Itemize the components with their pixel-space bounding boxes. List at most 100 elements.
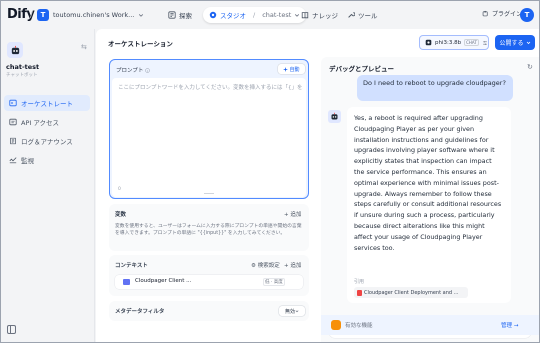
user-avatar[interactable]: T bbox=[520, 8, 534, 22]
auto-generate-label: 自動 bbox=[289, 66, 300, 73]
features-label: 有効な機能 bbox=[345, 323, 373, 329]
studio-icon bbox=[209, 11, 217, 19]
workspace-switcher[interactable]: T toutomu.chinen's Work... bbox=[37, 8, 144, 22]
refresh-icon[interactable]: ↻ bbox=[527, 63, 533, 71]
context-section: コンテキスト ⚙ 検索設定 + 追加 Cloudpager Client ...… bbox=[109, 255, 309, 296]
knowledge-item[interactable]: Cloudpager Client ... 低 · 高度 bbox=[115, 275, 303, 289]
nav-current-app[interactable]: chat-test bbox=[262, 11, 291, 19]
sidebar-item-orchestrate[interactable]: オーケストレート bbox=[4, 95, 90, 111]
nav-tools-label: ツール bbox=[358, 12, 378, 20]
nav-knowledge-label: ナレッジ bbox=[312, 12, 338, 20]
prompt-header: プロンプト bbox=[116, 66, 151, 74]
variables-description: 変数を使用すると、ユーザーはフォームに入力する際にプロンプトの単語や開始の言葉を… bbox=[115, 224, 302, 236]
model-name: phi3:3.8b bbox=[435, 39, 462, 46]
bot-message: Yes, a reboot is required after upgradin… bbox=[347, 107, 511, 303]
app-window: Dify / T toutomu.chinen's Work... 探索 スタジ… bbox=[0, 0, 540, 343]
add-variable-label: 追加 bbox=[290, 212, 302, 218]
collapse-sidebar-icon[interactable] bbox=[7, 325, 16, 334]
nav-studio[interactable]: スタジオ / chat-test bbox=[203, 7, 307, 23]
auto-generate-button[interactable]: 自動 bbox=[278, 64, 305, 74]
metadata-filter-label: メタデータフィルタ bbox=[115, 309, 165, 315]
citation-item[interactable]: Cloudpager Client Deployment and ... bbox=[354, 287, 468, 298]
add-context-button[interactable]: + 追加 bbox=[284, 261, 301, 269]
info-icon bbox=[145, 67, 151, 73]
context-title: コンテキスト bbox=[115, 263, 148, 269]
variables-title: 変数 bbox=[115, 212, 127, 218]
metadata-filter-select[interactable]: 無効 bbox=[279, 306, 305, 316]
sidebar-item-api-access[interactable]: API アクセス bbox=[4, 114, 90, 130]
terminal-icon bbox=[9, 99, 17, 107]
publish-button[interactable]: 公開する bbox=[495, 35, 535, 50]
robot-icon bbox=[331, 112, 338, 120]
chevron-down-icon bbox=[526, 41, 530, 45]
sidebar-toggle-icon[interactable]: ⇆ bbox=[81, 43, 87, 51]
publish-label: 公開する bbox=[499, 40, 524, 47]
bot-message-text: Yes, a reboot is required after upgradin… bbox=[354, 114, 502, 252]
page-title: オーケストレーション bbox=[108, 40, 173, 48]
prompt-label: プロンプト bbox=[116, 68, 144, 74]
model-icon bbox=[425, 39, 432, 46]
monitor-icon bbox=[9, 157, 17, 164]
manage-features-label: 管理 bbox=[501, 323, 513, 329]
app-name: chat-test bbox=[6, 63, 40, 71]
debug-preview-panel: デバッグとプレビュー ↻ Do I need to reboot to upgr… bbox=[321, 57, 539, 342]
bot-avatar bbox=[328, 110, 341, 123]
chevron-down-icon bbox=[295, 14, 300, 17]
sidebar-item-label: API アクセス bbox=[21, 119, 60, 127]
workspace-badge: T bbox=[37, 9, 49, 21]
add-context-label: 追加 bbox=[290, 263, 302, 269]
metadata-filter-section: メタデータフィルタ 無効 bbox=[109, 301, 309, 321]
breadcrumb-separator: / bbox=[253, 11, 256, 19]
debug-title: デバッグとプレビュー bbox=[329, 65, 394, 73]
sparkle-icon bbox=[283, 66, 289, 72]
wrench-icon bbox=[348, 12, 355, 18]
knowledge-badge: 低 · 高度 bbox=[263, 278, 285, 286]
resize-handle[interactable] bbox=[204, 193, 214, 194]
features-bar: 有効な機能 管理 → bbox=[321, 315, 539, 335]
sliders-icon bbox=[482, 40, 487, 45]
app-sidebar: ⇆ chat-test チャットボット オーケストレート API アクセス ログ… bbox=[1, 29, 95, 342]
plugins-button[interactable]: プラグイン bbox=[482, 9, 522, 18]
retrieval-settings-label: 検索設定 bbox=[257, 263, 280, 269]
prompt-placeholder: ここにプロンプトワードを入力してください。変数を挿入するには「{」を、プロンプ.… bbox=[118, 85, 303, 91]
main-panel: オーケストレーション phi3:3.8b CHAT 公開する プロンプト 自動 bbox=[96, 29, 539, 342]
chevron-down-icon bbox=[139, 14, 144, 17]
nav-knowledge[interactable]: ナレッジ bbox=[301, 8, 338, 22]
pdf-icon bbox=[357, 289, 362, 296]
retrieval-settings-button[interactable]: ⚙ 検索設定 bbox=[251, 261, 280, 269]
top-navigation: Dify / T toutomu.chinen's Work... 探索 スタジ… bbox=[1, 1, 539, 29]
sidebar-item-label: 監視 bbox=[21, 157, 34, 165]
chevron-down-icon bbox=[295, 310, 299, 313]
api-icon bbox=[9, 118, 17, 126]
nav-tools[interactable]: ツール bbox=[347, 8, 378, 22]
nav-studio-label: スタジオ bbox=[220, 12, 246, 20]
book-icon bbox=[301, 12, 309, 19]
puzzle-icon bbox=[482, 10, 488, 17]
model-mode-tag: CHAT bbox=[464, 39, 479, 46]
prompt-section: プロンプト 自動 ここにプロンプトワードを入力してください。変数を挿入するには「… bbox=[109, 59, 309, 199]
plugins-label: プラグイン bbox=[492, 11, 523, 18]
add-variable-button[interactable]: + 追加 bbox=[284, 210, 301, 218]
log-icon bbox=[10, 137, 16, 145]
variables-section: 変数 + 追加 変数を使用すると、ユーザーはフォームに入力する際にプロンプトの単… bbox=[109, 204, 309, 251]
app-type: チャットボット bbox=[6, 73, 38, 78]
sidebar-item-monitor[interactable]: 監視 bbox=[4, 152, 90, 168]
model-selector[interactable]: phi3:3.8b CHAT bbox=[419, 35, 489, 50]
manage-features-button[interactable]: 管理 → bbox=[501, 321, 518, 329]
compass-icon bbox=[168, 11, 176, 19]
workspace-name: toutomu.chinen's Work... bbox=[53, 11, 135, 19]
knowledge-name: Cloudpager Client ... bbox=[135, 278, 192, 284]
divider: / bbox=[30, 10, 34, 20]
user-message: Do I need to reboot to upgrade cloudpage… bbox=[357, 75, 513, 101]
citation-filename: Cloudpager Client Deployment and ... bbox=[364, 289, 459, 296]
sidebar-item-label: オーケストレート bbox=[21, 100, 73, 108]
prompt-char-count: 0 bbox=[118, 187, 121, 192]
citation-label: 引用 bbox=[354, 279, 365, 285]
folder-icon bbox=[123, 279, 130, 285]
prompt-editor[interactable]: ここにプロンプトワードを入力してください。変数を挿入するには「{」を、プロンプ.… bbox=[112, 78, 306, 197]
sidebar-item-logs[interactable]: ログ＆アナウンス bbox=[4, 133, 90, 149]
nav-explore[interactable]: 探索 bbox=[168, 8, 192, 22]
orchestration-config: プロンプト 自動 ここにプロンプトワードを入力してください。変数を挿入するには「… bbox=[107, 57, 312, 339]
nav-explore-label: 探索 bbox=[179, 12, 192, 20]
feature-icon bbox=[331, 320, 341, 330]
